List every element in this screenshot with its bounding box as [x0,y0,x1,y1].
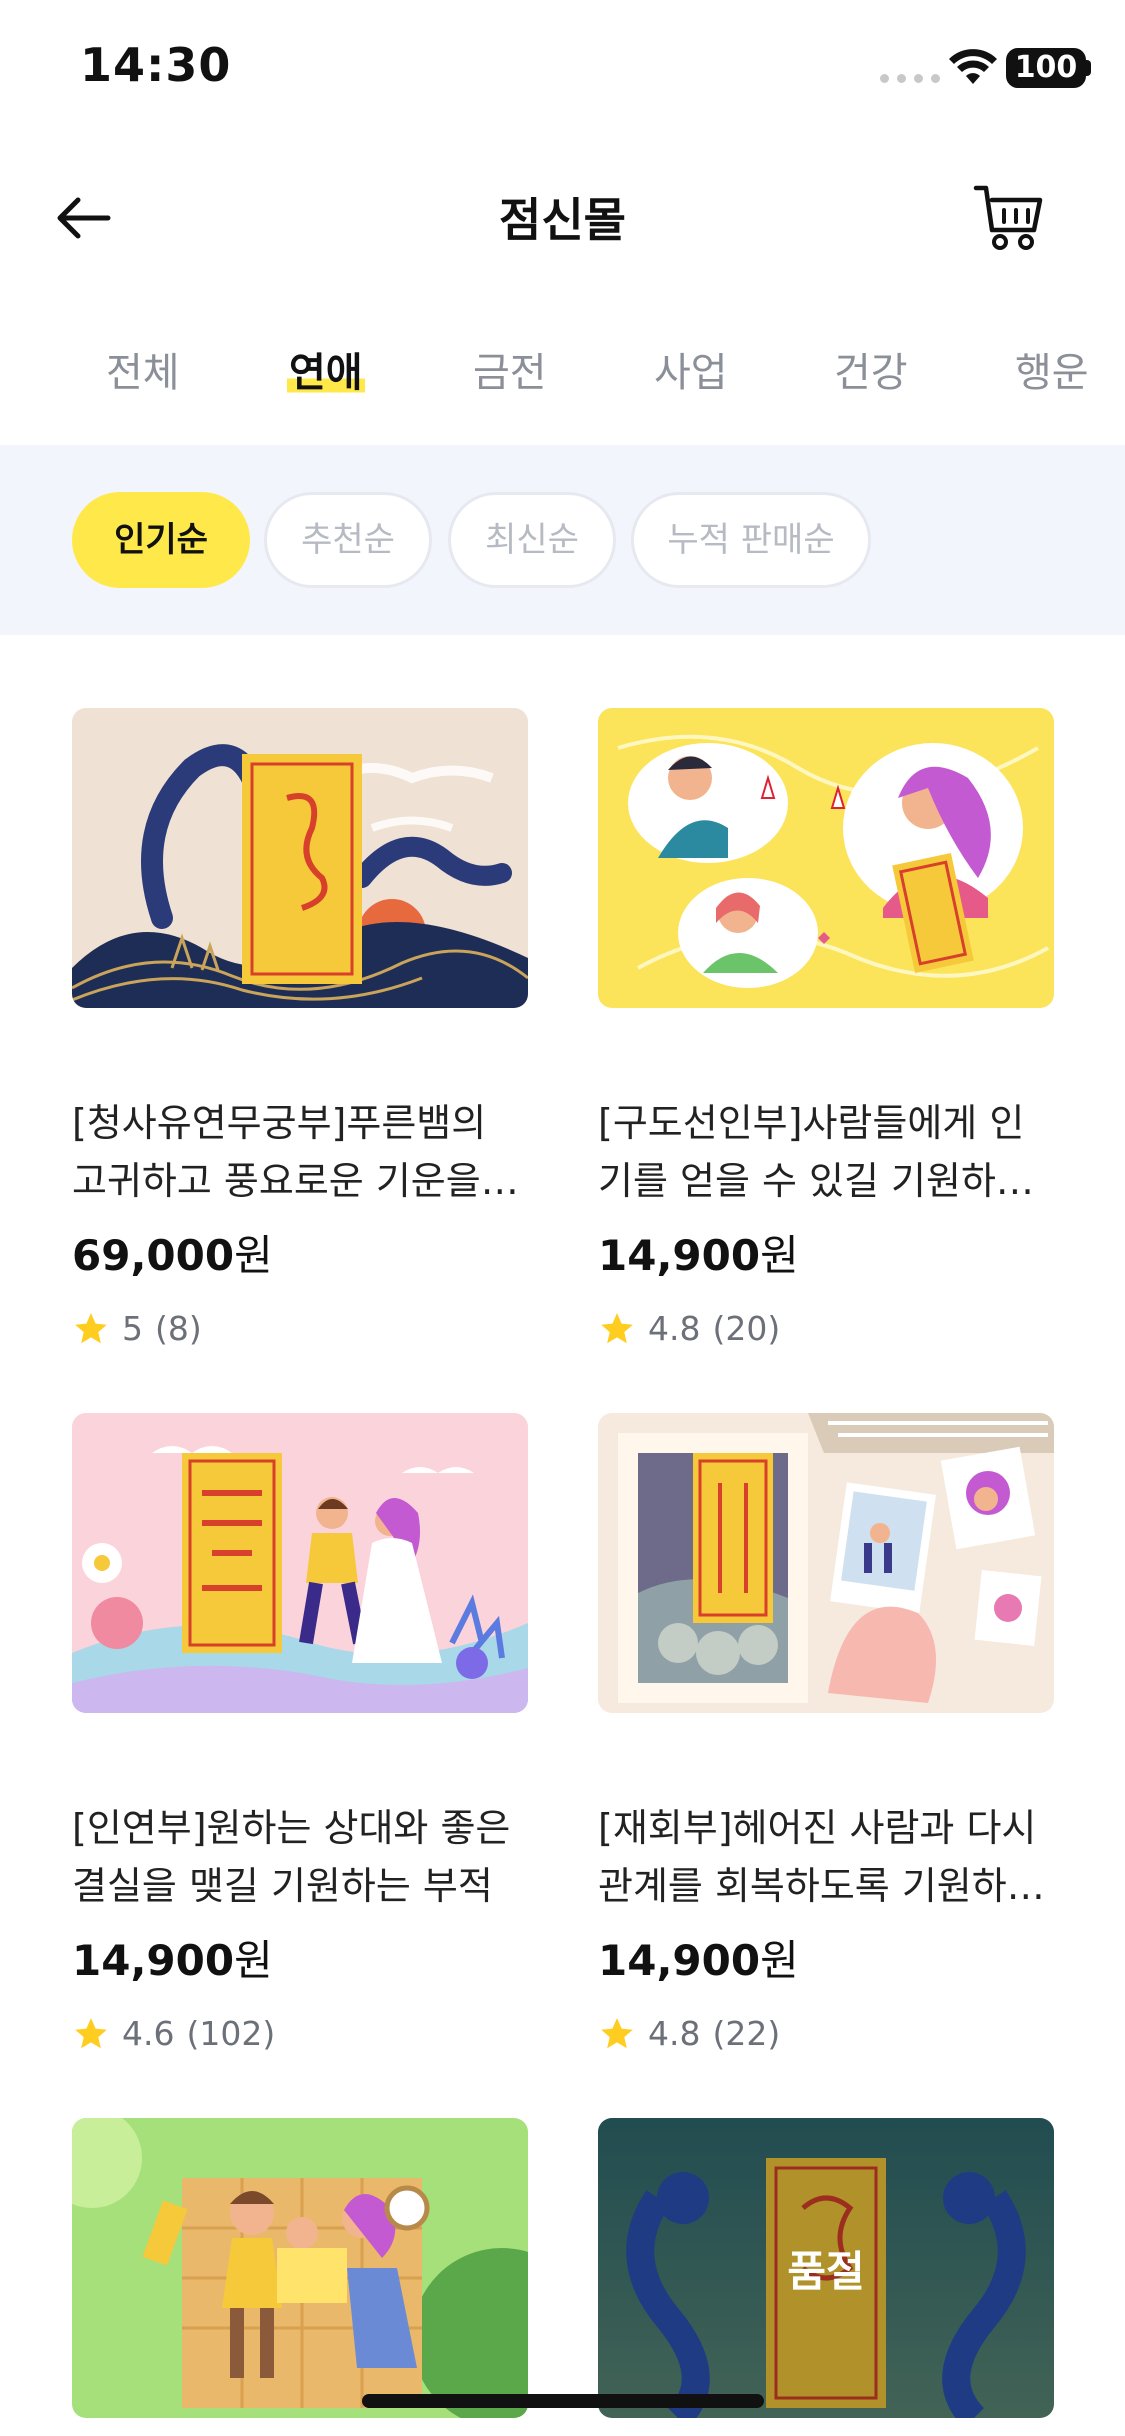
sort-newest-chip[interactable]: 최신순 [448,492,616,588]
star-icon [75,1312,107,1343]
status-bar: 14:30 100 [0,0,1125,140]
product-price: 69,000원 [72,1231,273,1280]
product-card[interactable] [72,2118,528,2418]
battery-icon: 100 [1006,48,1086,88]
status-time: 14:30 [80,38,232,92]
page-title: 점신몰 [499,193,626,247]
product-rating: 4.6 (102) [72,2014,528,2053]
product-rating: 5 (8) [72,1309,528,1348]
sold-out-badge: 품절 [787,2246,865,2296]
tab-luck[interactable]: 행운 [1015,340,1089,398]
battery-tip [1085,60,1091,76]
product-image [72,2118,528,2418]
product-card[interactable]: [재회부]헤어진 사람과 다시 관계를 회복하도록 기원하는 부적 14,900… [598,1413,1054,2053]
star-icon [601,2017,633,2048]
tab-business[interactable]: 사업 [654,340,728,398]
product-image [72,1413,528,1713]
cart-icon[interactable] [970,178,1050,258]
product-price: 14,900원 [72,1936,273,1985]
product-image: 품절 [598,2118,1054,2418]
tab-love[interactable]: 연애 [287,340,365,398]
product-title: [구도선인부]사람들에게 인기를 얻을 수 있길 기원하는 부적 [598,1101,1031,1203]
product-card[interactable]: [인연부]원하는 상대와 좋은 결실을 맺길 기원하는 부적 14,900원 4… [72,1413,528,2053]
wifi-icon [949,49,997,84]
category-tabs: 전체 연애 금전 사업 건강 행운 [0,330,1125,440]
product-title: [인연부]원하는 상대와 좋은 결실을 맺길 기원하는 부적 [72,1806,511,1908]
sort-best-selling-chip[interactable]: 누적 판매순 [631,492,871,588]
product-rating: 4.8 (22) [598,2014,1054,2053]
product-price: 14,900원 [598,1936,799,1985]
product-card[interactable]: [청사유연무궁부]푸른뱀의 고귀하고 풍요로운 기운을 받아 인연이 무궁하길 … [72,708,528,1348]
sort-recommended-chip[interactable]: 추천순 [264,492,432,588]
product-price: 14,900원 [598,1231,799,1280]
sort-popular-chip[interactable]: 인기순 [72,492,250,588]
product-card[interactable]: [구도선인부]사람들에게 인기를 얻을 수 있길 기원하는 부적 14,900원… [598,708,1054,1348]
tab-money[interactable]: 금전 [473,340,547,398]
product-card[interactable]: 품절 [598,2118,1054,2418]
tab-health[interactable]: 건강 [834,340,908,398]
cellular-signal-icon [880,74,940,83]
product-image [598,1413,1054,1713]
product-image [72,708,528,1008]
product-rating: 4.8 (20) [598,1309,1054,1348]
star-icon [75,2017,107,2048]
product-image [598,708,1054,1008]
home-indicator[interactable] [362,2394,764,2408]
product-title: [청사유연무궁부]푸른뱀의 고귀하고 풍요로운 기운을 받아 인연이 무궁하길 … [72,1101,528,1203]
product-title: [재회부]헤어진 사람과 다시 관계를 회복하도록 기원하는 부적 [598,1806,1042,1908]
tab-all[interactable]: 전체 [106,340,180,398]
sort-bar: 인기순 추천순 최신순 누적 판매순 [0,445,1125,635]
app-header: 점신몰 [0,160,1125,270]
star-icon [601,1312,633,1343]
